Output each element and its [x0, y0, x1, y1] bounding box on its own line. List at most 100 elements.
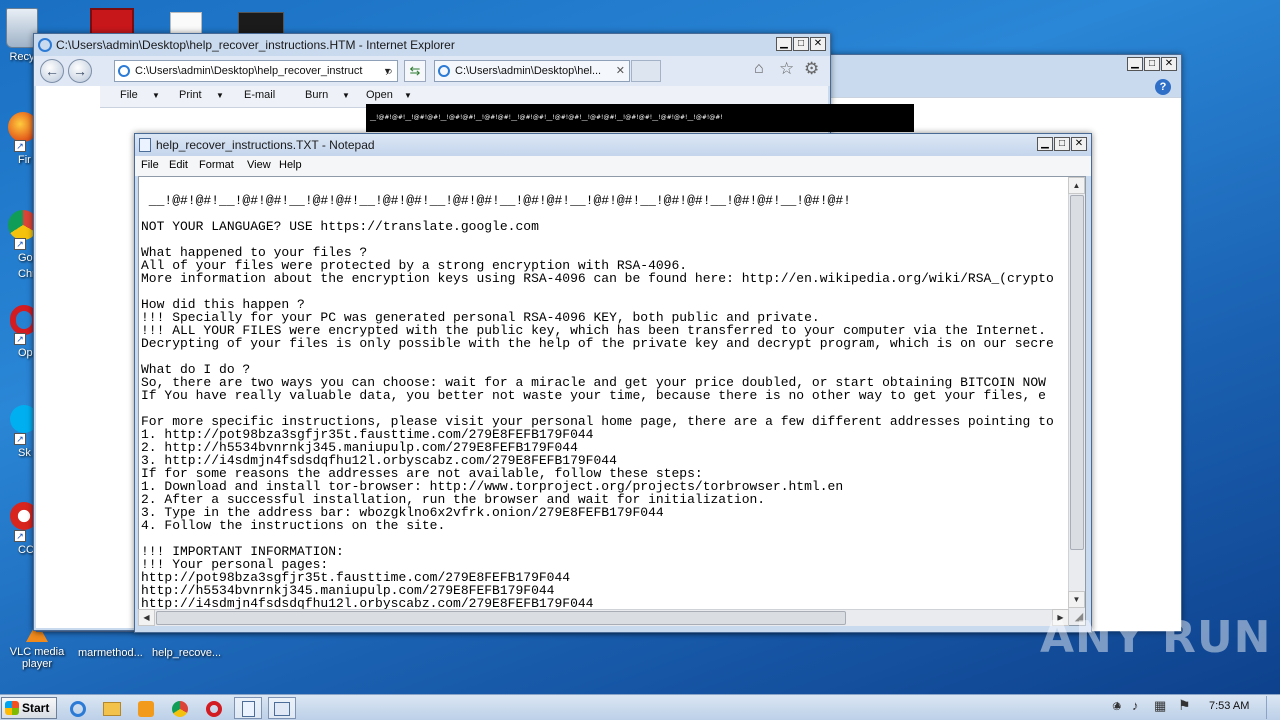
notepad-text: __!@#!@#!__!@#!@#!__!@#!@#!__!@#!@#!__!@… [141, 181, 1071, 610]
close-button[interactable]: ✕ [1071, 137, 1087, 151]
notepad-icon [241, 700, 255, 717]
notepad-menu-bar: File Edit Format View Help [135, 156, 1091, 176]
desktop-icon-label[interactable]: marmethod... [78, 647, 143, 659]
horizontal-scrollbar[interactable]: ◀ ▶ [138, 609, 1069, 626]
chrome-icon [172, 700, 188, 717]
window-controls: ▁ □ ✕ [776, 37, 826, 51]
forward-button[interactable]: → [68, 59, 92, 83]
notepad-window-title: help_recover_instructions.TXT - Notepad [156, 138, 375, 152]
help-icon[interactable]: ? [1155, 79, 1171, 95]
opera-icon [206, 700, 222, 717]
ie-icon [70, 700, 86, 717]
chevron-down-icon[interactable]: ▼ [216, 91, 224, 100]
window-controls: ▁ □ ✕ [1037, 137, 1087, 151]
taskbar-ie[interactable] [64, 697, 92, 719]
vertical-scroll-thumb[interactable] [1070, 195, 1084, 550]
taskbar-explorer[interactable] [98, 697, 126, 719]
maximize-button[interactable]: □ [1054, 137, 1070, 151]
chevron-down-icon[interactable]: ▼ [404, 91, 412, 100]
start-label: Start [22, 701, 50, 715]
folder-icon [103, 701, 121, 716]
command-file[interactable]: File [120, 89, 138, 101]
menu-edit[interactable]: Edit [169, 159, 188, 171]
shortcut-arrow-icon: ↗ [14, 530, 26, 542]
taskbar-ie-window[interactable] [268, 697, 296, 719]
tab-page-icon [438, 65, 450, 77]
taskbar-notepad[interactable] [234, 697, 262, 719]
minimize-button[interactable]: ▁ [776, 37, 792, 51]
command-open[interactable]: Open [366, 89, 393, 101]
ie-navigation-bar: ← → C:\Users\admin\Desktop\help_recover_… [34, 56, 830, 86]
address-bar[interactable]: C:\Users\admin\Desktop\help_recover_inst… [114, 60, 398, 82]
ie-logo-icon [38, 38, 52, 52]
home-icon[interactable]: ⌂ [754, 60, 764, 78]
menu-format[interactable]: Format [199, 159, 234, 171]
tray-network-icon[interactable]: ▦ [1154, 698, 1166, 714]
minimize-button[interactable]: ▁ [1127, 57, 1143, 71]
desktop-icon-label: Recy [9, 51, 35, 63]
notepad-line: If You have really valuable data, you be… [141, 388, 1046, 403]
tray-clock[interactable]: 7:53 AM [1209, 700, 1249, 712]
tray-speaker-icon[interactable]: ♪ [1132, 698, 1139, 713]
command-burn[interactable]: Burn [305, 89, 328, 101]
taskbar-opera[interactable] [200, 697, 228, 719]
favorites-icon[interactable]: ☆ [779, 59, 794, 79]
taskbar: Start ☺ ▲ ♪ ▦ ⚑ 7:53 AM [0, 694, 1280, 720]
taskbar-media-player[interactable] [132, 697, 160, 719]
desktop-icon-label: player [22, 658, 52, 670]
command-print[interactable]: Print [179, 89, 202, 101]
gear-icon[interactable]: ⚙ [804, 59, 819, 79]
taskbar-chrome[interactable] [166, 697, 194, 719]
notepad-line [141, 350, 1071, 363]
menu-help[interactable]: Help [279, 159, 302, 171]
address-text: C:\Users\admin\Desktop\help_recover_inst… [135, 65, 363, 77]
command-email[interactable]: E-mail [244, 89, 275, 101]
ie-window-title: C:\Users\admin\Desktop\help_recover_inst… [56, 38, 455, 52]
notepad-titlebar[interactable]: help_recover_instructions.TXT - Notepad [135, 134, 1091, 156]
maximize-button[interactable]: □ [793, 37, 809, 51]
shortcut-arrow-icon: ↗ [14, 433, 26, 445]
start-button[interactable]: Start [1, 697, 57, 719]
menu-view[interactable]: View [247, 159, 271, 171]
horizontal-scroll-thumb[interactable] [156, 611, 846, 625]
ie-titlebar[interactable]: C:\Users\admin\Desktop\help_recover_inst… [34, 34, 830, 56]
address-dropdown-button[interactable]: ▼ [383, 61, 397, 81]
banner-text: __!@#!@#!__!@#!@#!__!@#!@#!__!@#!@#!__!@… [370, 114, 723, 121]
media-player-icon [138, 700, 154, 717]
menu-file[interactable]: File [141, 159, 159, 171]
desktop-icon-label: Go [18, 252, 33, 264]
minimize-button[interactable]: ▁ [1037, 137, 1053, 151]
desktop-icon-label[interactable]: help_recove... [152, 647, 221, 659]
back-button[interactable]: ← [40, 59, 64, 83]
new-tab-button[interactable] [631, 60, 661, 82]
notepad-line: 4. Follow the instructions on the site. [141, 518, 446, 533]
desktop-icon-label: Sk [18, 447, 31, 459]
tab-close-icon[interactable]: ✕ [616, 61, 625, 81]
maximize-button[interactable]: □ [1144, 57, 1160, 71]
notepad-line: Decrypting of your files is only possibl… [141, 336, 1054, 351]
chevron-down-icon[interactable]: ▼ [342, 91, 350, 100]
desktop-icon-label: VLC media [9, 646, 65, 658]
notepad-line: NOT YOUR LANGUAGE? USE https://translate… [141, 219, 539, 234]
desktop-icon-label: Op [18, 347, 33, 359]
scroll-down-icon[interactable]: ▼ [1068, 591, 1085, 608]
close-button[interactable]: ✕ [810, 37, 826, 51]
scroll-left-icon[interactable]: ◀ [138, 609, 155, 626]
vertical-scrollbar[interactable]: ▲ ▼ [1068, 177, 1085, 625]
refresh-button[interactable]: ⇆ [404, 60, 426, 82]
show-desktop-button[interactable] [1266, 696, 1278, 719]
tab-label: C:\Users\admin\Desktop\hel... [455, 65, 602, 77]
tray-flag-icon[interactable]: ⚑ [1178, 697, 1191, 714]
tray-up-arrow-icon[interactable]: ▲ [1112, 699, 1123, 711]
notepad-text-area[interactable]: __!@#!@#!__!@#!@#!__!@#!@#!__!@#!@#!__!@… [138, 176, 1086, 626]
shortcut-arrow-icon: ↗ [14, 333, 26, 345]
chevron-down-icon[interactable]: ▼ [152, 91, 160, 100]
close-button[interactable]: ✕ [1161, 57, 1177, 71]
notepad-line: More information about the encryption ke… [141, 271, 1054, 286]
notepad-line: __!@#!@#!__!@#!@#!__!@#!@#!__!@#!@#!__!@… [141, 193, 851, 208]
scroll-up-icon[interactable]: ▲ [1068, 177, 1085, 194]
tab-active[interactable]: C:\Users\admin\Desktop\hel... ✕ [434, 60, 630, 82]
page-icon [118, 65, 130, 77]
notepad-icon [139, 138, 151, 152]
notepad-window[interactable]: help_recover_instructions.TXT - Notepad … [134, 133, 1092, 633]
